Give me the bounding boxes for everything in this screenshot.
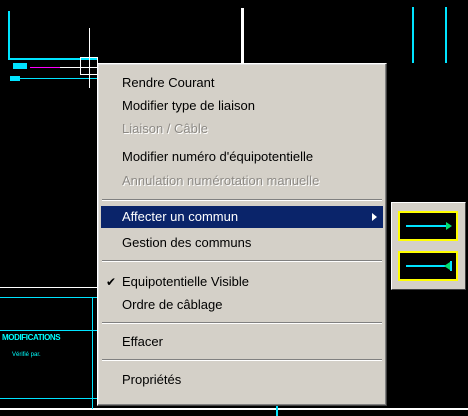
submenu-option-right[interactable]: [398, 211, 458, 241]
menu-separator: [102, 199, 382, 201]
menu-item-gestion-communs[interactable]: Gestion des communs: [101, 232, 383, 254]
checkmark-icon: ✔: [106, 275, 117, 289]
frame-line: [445, 7, 447, 63]
menu-item-label: Rendre Courant: [122, 75, 215, 90]
title-block-line: [0, 398, 98, 399]
submenu-common-types: [391, 202, 466, 290]
menu-item-label: Gestion des communs: [122, 235, 252, 250]
menu-item-equipotentielle-visible[interactable]: ✔ Equipotentielle Visible: [101, 271, 383, 293]
title-block-line: [92, 297, 93, 409]
menu-item-label: Effacer: [122, 334, 163, 349]
menu-item-label: Liaison / Câble: [122, 121, 208, 136]
menu-item-label: Modifier numéro d'équipotentielle: [122, 149, 314, 164]
menu-item-annulation-numerotation: Annulation numérotation manuelle: [101, 170, 383, 192]
menu-item-label: Propriétés: [122, 372, 182, 387]
menu-separator: [102, 260, 382, 262]
menu-item-effacer[interactable]: Effacer: [101, 331, 383, 353]
wire-marker: [10, 76, 20, 81]
menu-item-label: Modifier type de liaison: [122, 98, 255, 113]
context-menu: Rendre Courant Modifier type de liaison …: [97, 63, 387, 406]
title-block-label: MODIFICATIONS: [2, 333, 61, 342]
sheet-border-line: [241, 8, 244, 63]
title-block-line: [0, 330, 98, 331]
title-block-sublabel: Vérifié par.: [12, 352, 41, 358]
menu-item-proprietes[interactable]: Propriétés: [101, 369, 383, 391]
title-block-line: [0, 297, 98, 298]
menu-item-modifier-type-liaison[interactable]: Modifier type de liaison: [101, 95, 383, 117]
submenu-option-left[interactable]: [398, 251, 458, 281]
title-block-line: [0, 408, 468, 410]
menu-item-rendre-courant[interactable]: Rendre Courant: [101, 72, 383, 94]
frame-line: [412, 7, 414, 63]
menu-item-affecter-commun[interactable]: Affecter un commun: [101, 206, 383, 228]
menu-item-ordre-cablage[interactable]: Ordre de câblage: [101, 294, 383, 316]
title-block-line: [0, 287, 98, 288]
submenu-arrow-icon: [372, 213, 377, 221]
menu-separator: [102, 359, 382, 361]
wire-line: [20, 78, 98, 79]
menu-item-label: Equipotentielle Visible: [122, 274, 249, 289]
menu-item-label: Affecter un commun: [122, 209, 239, 224]
menu-separator: [102, 322, 382, 324]
wire-marker: [13, 63, 27, 69]
crosshair-pickbox: [80, 57, 98, 75]
menu-item-label: Annulation numérotation manuelle: [122, 173, 320, 188]
menu-item-label: Ordre de câblage: [122, 297, 223, 312]
frame-line: [8, 11, 10, 59]
menu-item-modifier-numero-equipotentielle[interactable]: Modifier numéro d'équipotentielle: [101, 146, 383, 168]
menu-item-liaison-cable: Liaison / Câble: [101, 118, 383, 140]
